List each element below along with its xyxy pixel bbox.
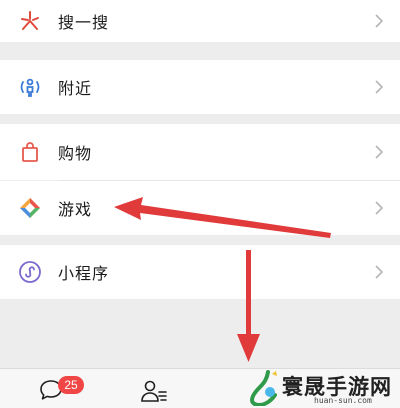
menu-item-label: 附近 [58,79,93,98]
menu-item-games[interactable]: 游戏 [0,181,400,235]
nearby-person-icon [20,78,40,97]
chevron-right-icon [375,265,384,279]
shopping-bag-icon [22,142,38,162]
mini-program-icon [19,261,41,283]
menu-item-label: 购物 [58,144,93,163]
menu-item-label: 小程序 [58,264,110,283]
unread-badge: 25 [58,376,84,394]
menu-item-label: 游戏 [58,200,93,219]
menu-item-search[interactable]: 搜一搜 [0,0,400,42]
game-diamond-icon [20,198,40,218]
chevron-right-icon [375,80,384,94]
menu-item-mini-programs[interactable]: 小程序 [0,245,400,299]
search-sparkle-icon [21,11,39,30]
chevron-right-icon [375,145,384,159]
chevron-right-icon [375,201,384,215]
watermark: 寰晟手游网 huan-sun.com [248,366,396,408]
contacts-icon[interactable] [140,378,168,404]
menu-item-shopping[interactable]: 购物 [0,124,400,180]
watermark-subtext: huan-sun.com [314,396,372,405]
watermark-logo-icon [249,370,277,406]
menu-item-nearby[interactable]: 附近 [0,60,400,114]
menu-item-label: 搜一搜 [58,13,110,32]
chevron-right-icon [375,14,384,28]
